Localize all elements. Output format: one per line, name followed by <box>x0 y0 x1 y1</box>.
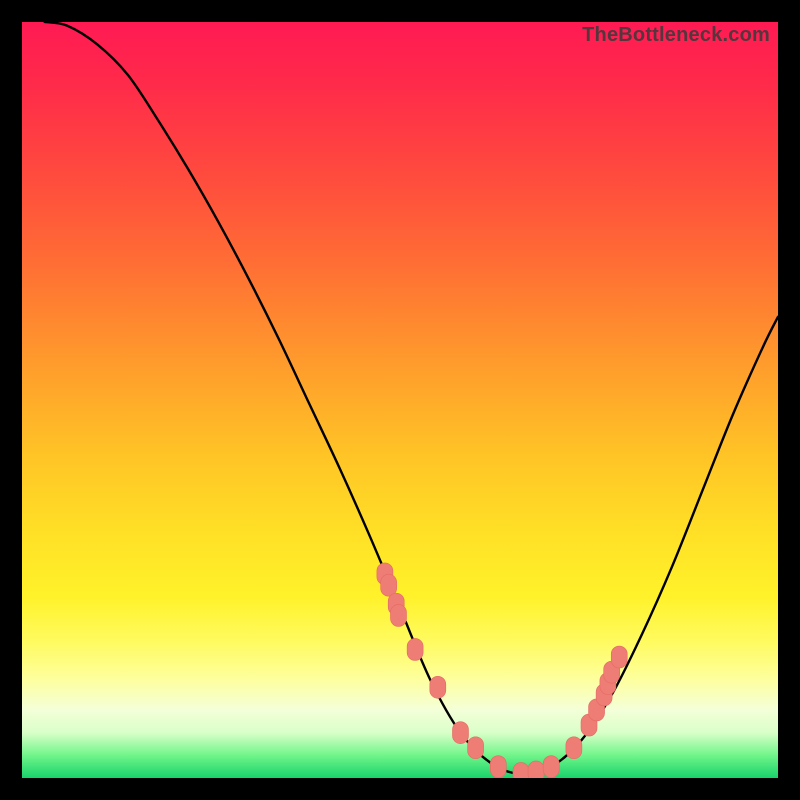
marker <box>390 604 406 626</box>
marker <box>566 737 582 759</box>
marker <box>407 638 423 660</box>
marker <box>430 676 446 698</box>
plot-area: TheBottleneck.com <box>22 22 778 778</box>
watermark-label: TheBottleneck.com <box>582 24 770 47</box>
chart-frame: TheBottleneck.com <box>0 0 800 800</box>
marker <box>611 646 627 668</box>
highlighted-points-group <box>377 563 627 778</box>
marker <box>381 574 397 596</box>
marker <box>528 761 544 778</box>
marker <box>377 563 393 585</box>
marker <box>596 684 612 706</box>
marker <box>600 673 616 695</box>
bottleneck-curve-line <box>45 22 778 774</box>
marker <box>452 722 468 744</box>
marker <box>513 762 529 778</box>
marker <box>589 699 605 721</box>
marker <box>490 756 506 778</box>
marker <box>543 756 559 778</box>
curve-svg <box>22 22 778 778</box>
marker <box>581 714 597 736</box>
marker <box>604 661 620 683</box>
marker <box>468 737 484 759</box>
marker <box>388 593 404 615</box>
